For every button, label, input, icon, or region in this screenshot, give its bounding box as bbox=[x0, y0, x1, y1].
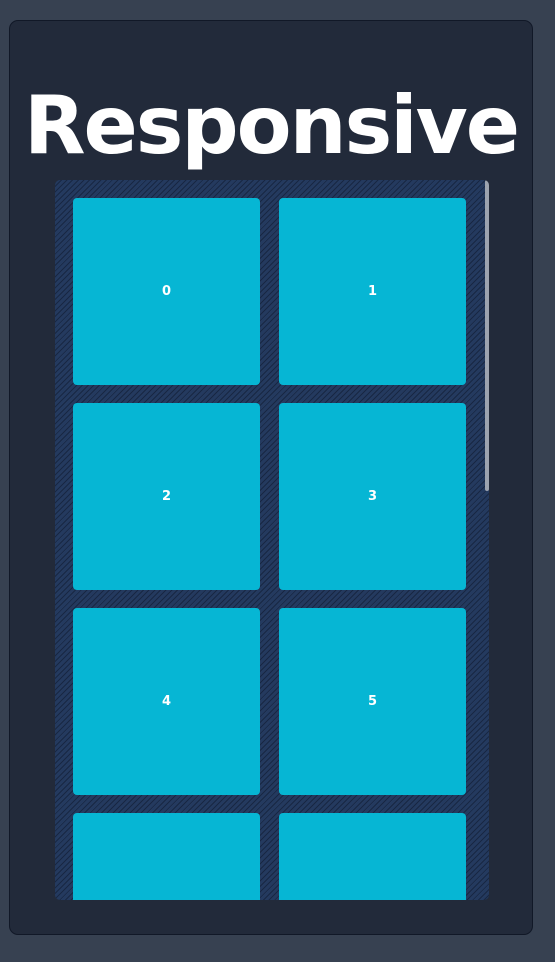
tile-7[interactable] bbox=[279, 813, 466, 900]
tile-6[interactable] bbox=[73, 813, 260, 900]
tile-scroll-container[interactable]: 0 1 2 3 4 5 bbox=[55, 180, 489, 900]
scrollbar-thumb[interactable] bbox=[485, 180, 489, 491]
tile-1[interactable]: 1 bbox=[279, 198, 466, 385]
tile-2[interactable]: 2 bbox=[73, 403, 260, 590]
tile-grid: 0 1 2 3 4 5 bbox=[73, 198, 466, 900]
page-title: Responsive bbox=[23, 79, 520, 172]
tile-0[interactable]: 0 bbox=[73, 198, 260, 385]
tile-3[interactable]: 3 bbox=[279, 403, 466, 590]
tile-4[interactable]: 4 bbox=[73, 608, 260, 795]
responsive-card: Responsive 0 1 2 3 4 5 bbox=[9, 20, 533, 935]
tile-5[interactable]: 5 bbox=[279, 608, 466, 795]
vertical-scrollbar[interactable] bbox=[485, 180, 489, 900]
